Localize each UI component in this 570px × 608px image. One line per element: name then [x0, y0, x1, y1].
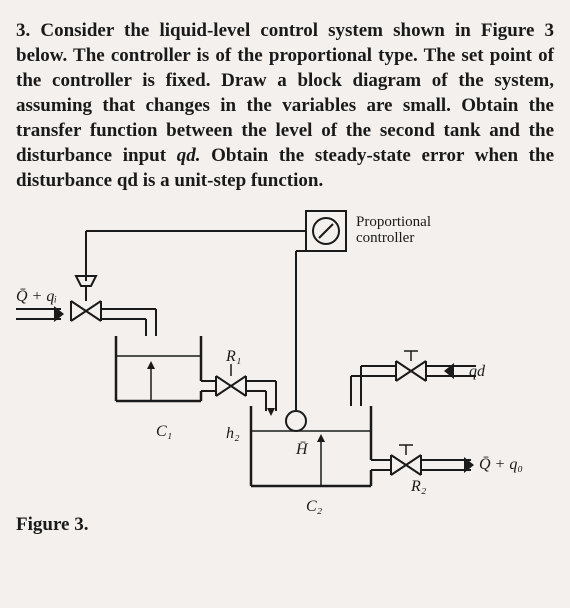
tank2-capacity: C₂ [306, 498, 323, 515]
tank1-capacity: C₁ [156, 423, 172, 440]
controller-label-line2: controller [356, 230, 414, 246]
resistance1-label: R₁ [225, 348, 241, 365]
system-diagram: Proportional controller Q̄ + qᵢ C₁ [16, 206, 554, 536]
r2-valve [391, 455, 421, 475]
inflow-label: Q̄ + qᵢ [16, 288, 57, 305]
hbar-label: H̄ [295, 441, 309, 458]
inflow-valve [71, 301, 101, 321]
h2-label: h₂ [226, 425, 240, 442]
hbar-arrowhead [317, 434, 325, 442]
variable-qd: qd. [177, 145, 201, 166]
diagram-svg: Proportional controller Q̄ + qᵢ C₁ [16, 206, 556, 536]
r1-valve [216, 376, 246, 396]
resistance2-label: R₂ [410, 478, 427, 495]
outflow-label: Q̄ + q₀ [479, 456, 523, 473]
problem-statement: 3. Consider the liquid-level control sys… [16, 18, 554, 194]
controller-pointer [319, 224, 333, 238]
drop-arrow [267, 408, 275, 416]
tank1-level-arrowhead [147, 361, 155, 369]
float-sensor [286, 411, 306, 431]
controller-label-line1: Proportional [356, 214, 431, 230]
problem-number: 3. [16, 20, 30, 41]
figure-caption: Figure 3. [16, 514, 88, 536]
qd-valve [396, 361, 426, 381]
